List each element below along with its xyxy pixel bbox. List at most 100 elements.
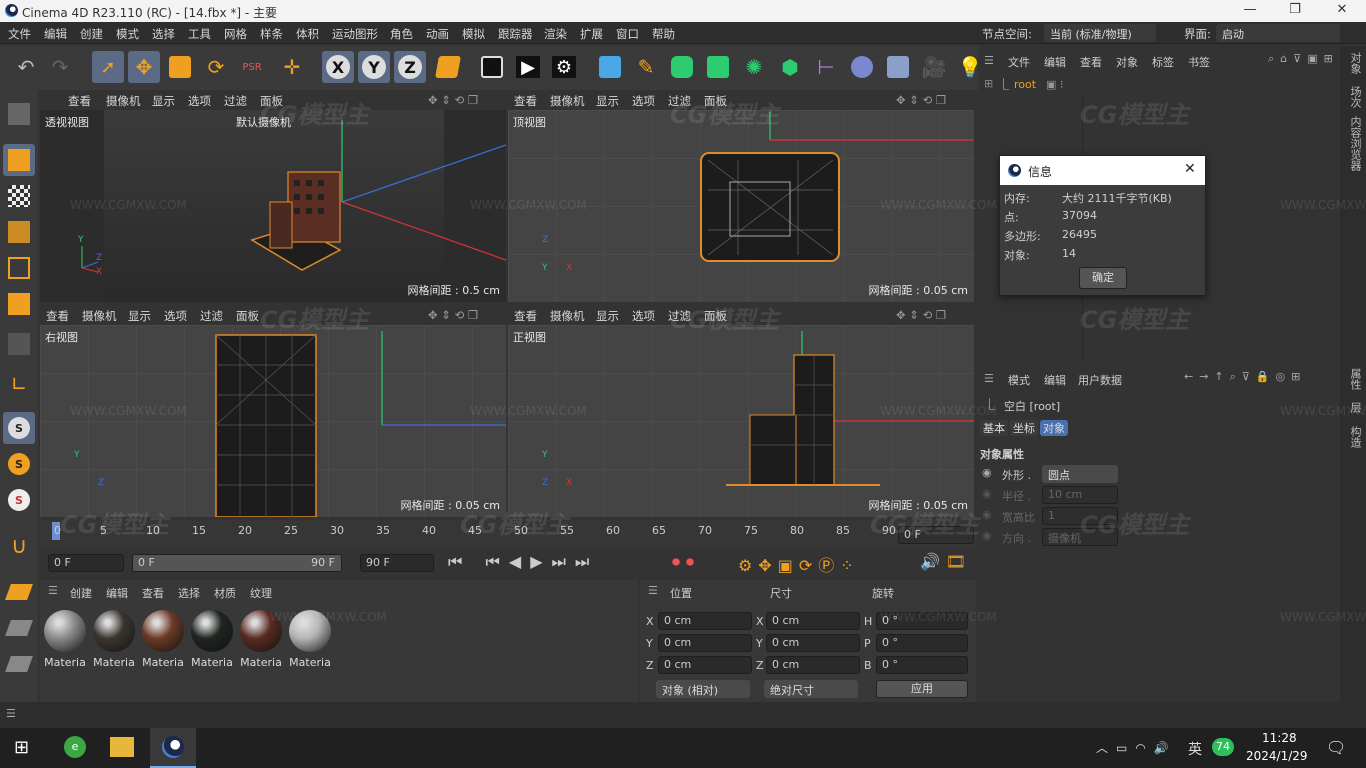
menu-render[interactable]: 渲染 — [544, 26, 567, 42]
mat-menu-material[interactable]: 材质 — [214, 585, 236, 601]
workplane-button[interactable] — [3, 576, 35, 608]
subdivision-button[interactable] — [666, 51, 698, 83]
node-space-dropdown[interactable]: 当前 (标准/物理) — [1044, 24, 1156, 42]
model-mode-button[interactable] — [3, 144, 35, 176]
select-tool-button[interactable]: ➚ — [92, 51, 124, 83]
obj-menu-bookmarks[interactable]: 书签 — [1188, 54, 1210, 70]
undo-button[interactable]: ↶ — [10, 51, 42, 83]
uv-mode-button[interactable] — [3, 328, 35, 360]
position-field[interactable]: 0 cm — [658, 612, 752, 630]
sound-buttons[interactable]: 🔊🎞 — [920, 552, 972, 571]
mat-menu-select[interactable]: 选择 — [178, 585, 200, 601]
side-tab[interactable]: 对象 — [1347, 52, 1363, 74]
redo-button[interactable]: ↷ — [44, 51, 76, 83]
rotation-field[interactable]: 0 ° — [876, 612, 968, 630]
pen-spline-button[interactable]: ✎ — [630, 51, 662, 83]
hamburger-icon[interactable]: ☰ — [48, 584, 58, 597]
deformer-button[interactable]: ⊢ — [810, 51, 842, 83]
animate-dot-icon[interactable]: ◉ — [982, 508, 992, 521]
y-axis-button[interactable]: Y — [358, 51, 390, 83]
playback-buttons[interactable]: ⏮ ⏮◀▶⏭⏭ — [448, 552, 598, 572]
ime-indicator[interactable]: 英 — [1188, 739, 1202, 759]
file-explorer-icon[interactable] — [110, 737, 134, 757]
scale-tool-button[interactable] — [164, 51, 196, 83]
range-slider[interactable]: 0 F 90 F — [132, 554, 342, 572]
menu-tracker[interactable]: 跟踪器 — [498, 26, 533, 42]
make-editable-button[interactable] — [3, 98, 35, 130]
texture-mode-button[interactable] — [3, 180, 35, 212]
mat-menu-texture[interactable]: 纹理 — [250, 585, 272, 601]
animate-dot-icon[interactable]: ◉ — [982, 529, 992, 542]
solo-single-button[interactable]: S — [3, 448, 35, 480]
mograph-cloner-button[interactable]: ⬢ — [774, 51, 806, 83]
coord-mode-dropdown[interactable]: 对象 (相对) — [656, 680, 750, 698]
menu-extensions[interactable]: 扩展 — [580, 26, 603, 42]
menu-tools[interactable]: 工具 — [188, 26, 211, 42]
windows-start-icon[interactable]: ⊞ — [14, 737, 29, 758]
size-mode-dropdown[interactable]: 绝对尺寸 — [764, 680, 858, 698]
field-button[interactable] — [846, 51, 878, 83]
side-tab[interactable]: 场次 — [1347, 86, 1363, 108]
start-frame-field[interactable]: 0 F — [48, 554, 124, 572]
obj-tool-icons[interactable]: ⌕⌂⊽▣⊞ — [1268, 52, 1339, 66]
notification-icon[interactable]: 🗨 — [1326, 738, 1346, 757]
side-tab[interactable]: 层 — [1347, 402, 1363, 413]
rotate-tool-button[interactable]: ⟳ — [200, 51, 232, 83]
render-button[interactable]: ▶ — [512, 51, 544, 83]
security-badge[interactable]: 74 — [1212, 738, 1234, 756]
extrude-button[interactable] — [702, 51, 734, 83]
x-axis-button[interactable]: X — [322, 51, 354, 83]
render-settings-button[interactable]: ⚙ — [548, 51, 580, 83]
material-thumbnail[interactable]: Materia — [42, 608, 88, 669]
property-value[interactable]: 圆点 — [1042, 465, 1118, 483]
workplane-align-button[interactable] — [3, 648, 35, 680]
size-field[interactable]: 0 cm — [766, 634, 860, 652]
visibility-dots-icon[interactable]: ▣ ⁝ — [1046, 78, 1063, 91]
ok-button[interactable]: 确定 — [1079, 267, 1127, 289]
menu-simulate[interactable]: 模拟 — [462, 26, 485, 42]
viewport-right[interactable]: 查看 摄像机 显示 选项 过滤 面板 ✥ ⇕ ⟲ ❐ 右视图 YZ 网格间距 :… — [40, 305, 506, 517]
attr-menu-userdata[interactable]: 用户数据 — [1078, 372, 1122, 388]
obj-menu-file[interactable]: 文件 — [1008, 54, 1030, 70]
menu-window[interactable]: 窗口 — [616, 26, 639, 42]
material-thumbnail[interactable]: Materia — [287, 608, 333, 669]
menu-mograph[interactable]: 运动图形 — [332, 26, 378, 42]
object-name-root[interactable]: root — [1014, 78, 1036, 91]
mat-menu-view[interactable]: 查看 — [142, 585, 164, 601]
rotation-field[interactable]: 0 ° — [876, 634, 968, 652]
position-field[interactable]: 0 cm — [658, 656, 752, 674]
solo-off-button[interactable]: S — [3, 412, 35, 444]
menu-animate[interactable]: 动画 — [426, 26, 449, 42]
material-thumbnail[interactable]: Materia — [91, 608, 137, 669]
obj-menu-object[interactable]: 对象 — [1116, 54, 1138, 70]
hamburger-icon[interactable]: ☰ — [984, 372, 994, 385]
apply-button[interactable]: 应用 — [876, 680, 968, 698]
render-view-button[interactable] — [476, 51, 508, 83]
browser-icon[interactable]: e — [64, 736, 86, 758]
obj-menu-edit[interactable]: 编辑 — [1044, 54, 1066, 70]
cube-primitive-button[interactable] — [594, 51, 626, 83]
material-thumbnail[interactable]: Materia — [140, 608, 186, 669]
move-tool-button[interactable]: ✥ — [128, 51, 160, 83]
rotation-field[interactable]: 0 ° — [876, 656, 968, 674]
cloner-button[interactable]: ✺ — [738, 51, 770, 83]
menu-character[interactable]: 角色 — [390, 26, 413, 42]
menu-volume[interactable]: 体积 — [296, 26, 319, 42]
animate-dot-icon[interactable]: ◉ — [982, 466, 992, 479]
tab-coord[interactable]: 坐标 — [1010, 420, 1038, 436]
tab-object[interactable]: 对象 — [1040, 420, 1068, 436]
polygons-mode-button[interactable] — [3, 288, 35, 320]
menu-mesh[interactable]: 网格 — [224, 26, 247, 42]
tray-icons[interactable]: ︿▭◠🔊 — [1096, 739, 1177, 756]
current-frame-field[interactable]: 0 F — [898, 526, 974, 544]
tab-basic[interactable]: 基本 — [980, 420, 1008, 436]
mat-menu-edit[interactable]: 编辑 — [106, 585, 128, 601]
hamburger-icon[interactable]: ☰ — [6, 707, 16, 720]
menu-spline[interactable]: 样条 — [260, 26, 283, 42]
attr-nav-icons[interactable]: ←→↑⌕⊽🔒◎⊞ — [1184, 370, 1306, 384]
obj-menu-view[interactable]: 查看 — [1080, 54, 1102, 70]
expand-icon[interactable]: ⊞ — [984, 77, 993, 90]
end-frame-field[interactable]: 90 F — [360, 554, 434, 572]
material-thumbnail[interactable]: Materia — [238, 608, 284, 669]
animate-dot-icon[interactable]: ◉ — [982, 487, 992, 500]
